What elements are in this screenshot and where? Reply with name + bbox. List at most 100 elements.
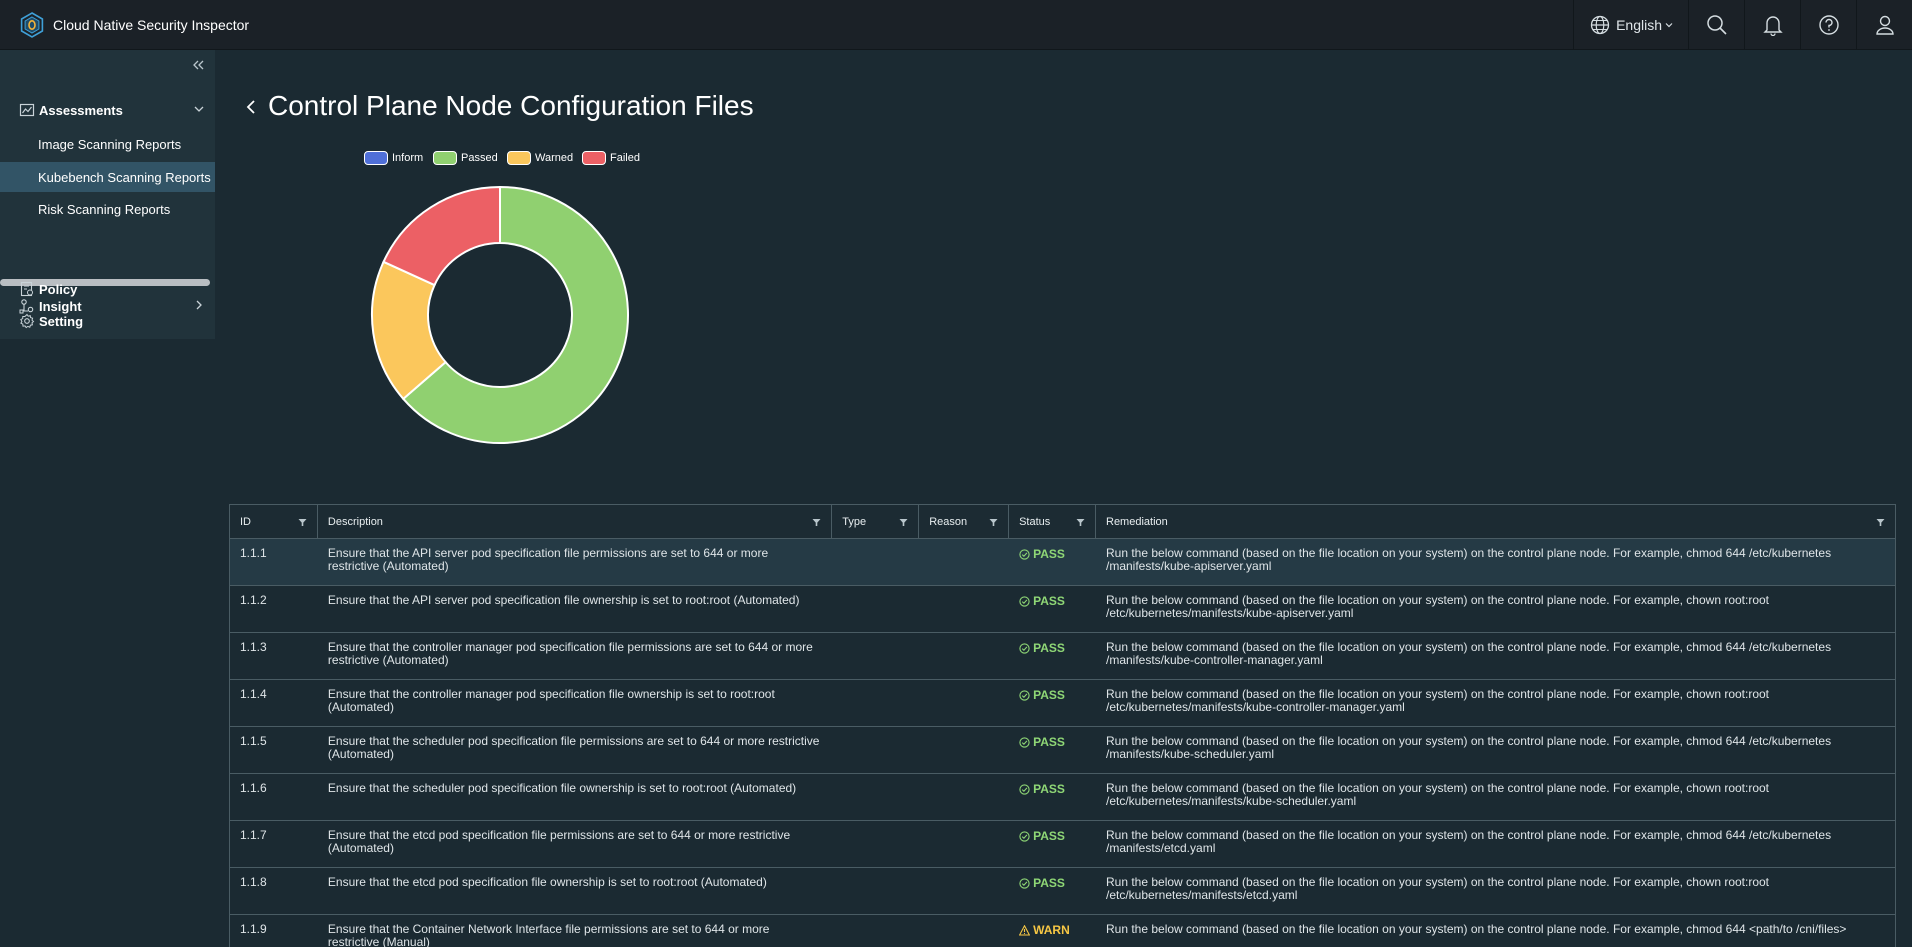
legend-swatch: [364, 151, 388, 165]
notifications-button[interactable]: [1744, 0, 1800, 50]
cell-description: Ensure that the etcd pod specification f…: [327, 875, 767, 889]
check-circle-icon: [1019, 737, 1030, 748]
legend-item-failed[interactable]: Failed: [582, 151, 640, 165]
legend-label: Inform: [392, 152, 424, 164]
filter-icon[interactable]: [1876, 518, 1885, 527]
cell-remediation: Run the below command (based on the file…: [1105, 593, 1770, 620]
language-label: English: [1616, 17, 1662, 33]
column-header-reason[interactable]: Reason: [919, 505, 1010, 539]
cell-description: Ensure that the scheduler pod specificat…: [327, 734, 820, 761]
sidebar-group-setting[interactable]: Setting: [0, 305, 215, 337]
filter-icon[interactable]: [899, 518, 908, 527]
slice-failed[interactable]: [382, 185, 501, 287]
status-label: PASS: [1033, 735, 1065, 749]
search-icon: [1706, 15, 1727, 35]
sidebar-group-assessments[interactable]: Assessments: [0, 94, 215, 126]
cell-status: PASS: [1009, 868, 1096, 914]
sidebar-item-image-scanning-reports[interactable]: Image Scanning Reports: [0, 129, 215, 159]
column-header-remediation[interactable]: Remediation: [1096, 505, 1895, 539]
cell-type: [832, 915, 919, 947]
cell-id: 1.1.9: [240, 922, 267, 936]
table-row[interactable]: 1.1.9 Ensure that the Container Network I…: [230, 915, 1895, 947]
cell-status: PASS: [1009, 727, 1096, 773]
cell-reason: [919, 539, 1009, 585]
search-button[interactable]: [1688, 0, 1744, 50]
check-circle-icon: [1019, 831, 1030, 842]
table-row[interactable]: 1.1.6 Ensure that the scheduler pod speci…: [230, 774, 1895, 821]
status-label: PASS: [1033, 688, 1065, 702]
status-label: PASS: [1033, 829, 1065, 843]
column-header-type[interactable]: Type: [832, 505, 920, 539]
sidebar-item-kubebench-scanning-reports[interactable]: Kubebench Scanning Reports: [0, 162, 215, 192]
cell-type: [832, 680, 919, 726]
filter-icon[interactable]: [812, 518, 821, 527]
legend-label: Passed: [461, 152, 498, 164]
check-circle-icon: [1019, 643, 1030, 654]
cell-id: 1.1.8: [240, 875, 267, 889]
table-row[interactable]: 1.1.4 Ensure that the controller manager …: [230, 680, 1895, 727]
cell-description: Ensure that the controller manager pod s…: [327, 687, 775, 714]
legend-label: Failed: [610, 152, 640, 164]
cell-status: PASS: [1009, 539, 1096, 585]
double-chevron-left-icon: [193, 60, 204, 70]
cell-reason: [919, 821, 1009, 867]
app-title: Cloud Native Security Inspector: [53, 16, 250, 33]
check-circle-icon: [1019, 784, 1030, 795]
cell-id: 1.1.5: [240, 734, 267, 748]
cell-status: PASS: [1009, 774, 1096, 820]
cell-type: [832, 821, 919, 867]
cell-status: WARN: [1009, 915, 1096, 947]
cell-description: Ensure that the etcd pod specification f…: [327, 828, 791, 855]
sidebar-item-risk-scanning-reports[interactable]: Risk Scanning Reports: [0, 194, 215, 224]
cell-id: 1.1.6: [240, 781, 267, 795]
user-menu-button[interactable]: [1856, 0, 1912, 50]
legend-item-passed[interactable]: Passed: [433, 151, 498, 165]
check-circle-icon: [1019, 690, 1030, 701]
filter-icon[interactable]: [1076, 518, 1085, 527]
cell-reason: [919, 868, 1009, 914]
table-row[interactable]: 1.1.3 Ensure that the controller manager …: [230, 633, 1895, 680]
sidebar-group-policy[interactable]: Policy: [0, 273, 215, 305]
column-header-id[interactable]: ID: [230, 505, 318, 539]
language-selector[interactable]: English: [1573, 0, 1688, 50]
table-row[interactable]: 1.1.1 Ensure that the API server pod spec…: [230, 539, 1895, 586]
cell-description: Ensure that the API server pod specifica…: [327, 593, 800, 607]
chevron-down-icon: [194, 106, 204, 112]
filter-icon[interactable]: [298, 518, 307, 527]
results-table: ID Description Type Reason Status Remedi…: [229, 504, 1896, 947]
table-row[interactable]: 1.1.2 Ensure that the API server pod spec…: [230, 586, 1895, 633]
help-button[interactable]: [1800, 0, 1856, 50]
cell-remediation: Run the below command (based on the file…: [1105, 546, 1832, 573]
status-label: WARN: [1033, 923, 1070, 937]
check-circle-icon: [1019, 549, 1030, 560]
cell-type: [832, 586, 919, 632]
column-header-description[interactable]: Description: [318, 505, 833, 539]
app-logo-icon: [20, 11, 44, 38]
cell-type: [832, 868, 919, 914]
back-button[interactable]: [244, 98, 258, 121]
column-header-status[interactable]: Status: [1009, 505, 1096, 539]
gear-icon: [20, 313, 35, 329]
legend-item-warned[interactable]: Warned: [507, 151, 573, 165]
table-row[interactable]: 1.1.8 Ensure that the etcd pod specificat…: [230, 868, 1895, 915]
sidebar-group-label: Assessments: [39, 102, 123, 118]
bell-icon: [1762, 16, 1783, 36]
cell-description: Ensure that the Container Network Interf…: [327, 922, 770, 947]
cell-type: [832, 539, 919, 585]
user-icon: [1875, 15, 1894, 35]
policy-icon: [20, 281, 33, 297]
cell-id: 1.1.4: [240, 687, 267, 701]
legend-label: Warned: [535, 152, 574, 164]
filter-icon[interactable]: [989, 518, 998, 527]
table-row[interactable]: 1.1.7 Ensure that the etcd pod specificat…: [230, 821, 1895, 868]
legend-swatch: [507, 151, 531, 165]
collapse-sidebar-button[interactable]: [191, 58, 205, 77]
legend-item-inform[interactable]: Inform: [364, 151, 423, 165]
cell-type: [832, 633, 919, 679]
table-row[interactable]: 1.1.5 Ensure that the scheduler pod speci…: [230, 727, 1895, 774]
cell-status: PASS: [1009, 633, 1096, 679]
legend-swatch: [433, 151, 457, 165]
cell-description: Ensure that the controller manager pod s…: [327, 640, 813, 667]
cell-id: 1.1.2: [240, 593, 267, 607]
table-body: 1.1.1 Ensure that the API server pod spec…: [230, 539, 1895, 947]
